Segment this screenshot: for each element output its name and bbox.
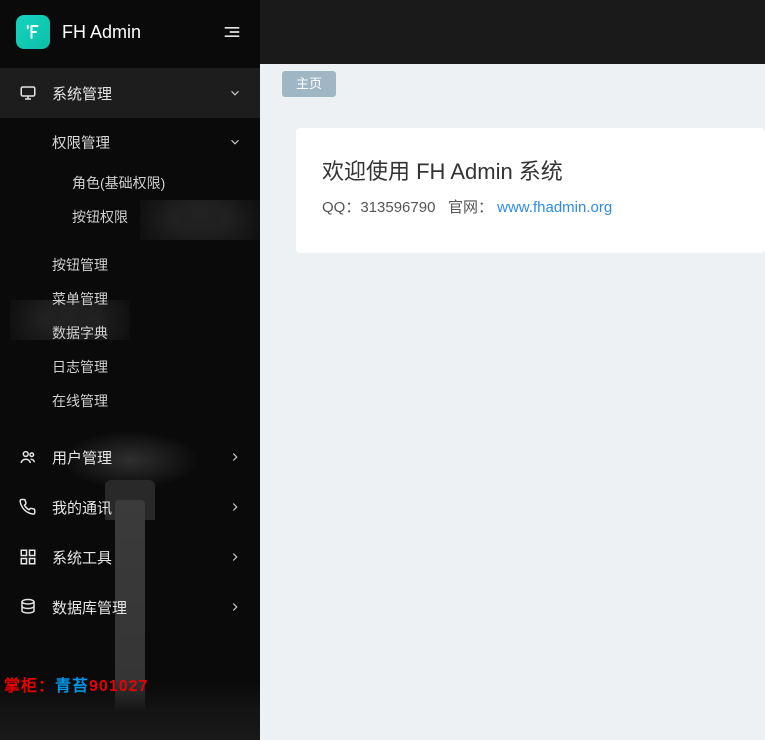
sidebar-item-db[interactable]: 数据库管理 [0, 582, 260, 632]
watermark: 掌柜：青苔901027 [4, 672, 148, 696]
sidebar: FH Admin 系统管理 [0, 0, 260, 740]
brand-logo[interactable] [16, 15, 50, 49]
sidebar-subsubitem-label: 角色(基础权限) [72, 173, 165, 193]
logo-glyph-icon [24, 23, 42, 41]
sidebar-subitem-label: 在线管理 [52, 391, 108, 411]
sidebar-subsubitem-button-permission[interactable]: 按钮权限 [0, 200, 260, 234]
nav: 系统管理 权限管理 角色(基础权限) 按钮权限 [0, 64, 260, 632]
sidebar-item-tools[interactable]: 系统工具 [0, 532, 260, 582]
sidebar-item-label: 系统管理 [52, 83, 228, 104]
sidebar-subitem-menu-mgmt[interactable]: 菜单管理 [0, 282, 260, 316]
brand-row: FH Admin [0, 0, 260, 64]
tab-label: 主页 [296, 76, 322, 91]
sidebar-item-label: 数据库管理 [52, 597, 228, 618]
sidebar-subsubitem-label: 按钮权限 [72, 207, 128, 227]
watermark-code: 901027 [89, 678, 148, 695]
welcome-title: 欢迎使用 FH Admin 系统 [322, 154, 739, 186]
watermark-name: 青苔 [55, 678, 89, 695]
welcome-card: 欢迎使用 FH Admin 系统 QQ：313596790 官网： www.fh… [296, 128, 765, 253]
tab-home[interactable]: 主页 [282, 71, 336, 97]
sidebar-subitem-button-mgmt[interactable]: 按钮管理 [0, 248, 260, 282]
sidebar-subitem-data-dict[interactable]: 数据字典 [0, 316, 260, 350]
sidebar-subitem-label: 菜单管理 [52, 289, 108, 309]
sidebar-subitem-log-mgmt[interactable]: 日志管理 [0, 350, 260, 384]
system-subgroup: 权限管理 角色(基础权限) 按钮权限 按钮管理 菜单管理 [0, 118, 260, 418]
sidebar-item-comm[interactable]: 我的通讯 [0, 482, 260, 532]
qq-label: QQ： [322, 199, 360, 216]
chevron-right-icon [228, 600, 242, 614]
chevron-right-icon [228, 450, 242, 464]
content-area: 欢迎使用 FH Admin 系统 QQ：313596790 官网： www.fh… [260, 104, 765, 740]
qq-value: 313596790 [360, 199, 435, 216]
tabbar-spacer [274, 72, 282, 96]
tabbar: 主页 [260, 64, 765, 104]
sidebar-subitem-label: 数据字典 [52, 323, 108, 343]
sidebar-item-user[interactable]: 用户管理 [0, 432, 260, 482]
sidebar-subitem-label: 按钮管理 [52, 255, 108, 275]
sidebar-subitem-label: 权限管理 [52, 132, 228, 153]
chevron-right-icon [228, 550, 242, 564]
topbar [260, 0, 765, 64]
chevron-down-icon [228, 86, 242, 100]
sidebar-subsubitem-role-permission[interactable]: 角色(基础权限) [0, 166, 260, 200]
database-icon [18, 597, 38, 617]
sidebar-subitem-permission[interactable]: 权限管理 [0, 118, 260, 166]
welcome-subline: QQ：313596790 官网： www.fhadmin.org [322, 196, 739, 217]
sidebar-subitem-online-mgmt[interactable]: 在线管理 [0, 384, 260, 418]
brand-title: FH Admin [62, 22, 141, 43]
collapse-sidebar-button[interactable] [220, 20, 244, 44]
sidebar-subitem-label: 日志管理 [52, 357, 108, 377]
watermark-prefix: 掌柜： [4, 678, 55, 695]
phone-icon [18, 497, 38, 517]
site-label: 官网： [448, 199, 493, 216]
chevron-down-icon [228, 135, 242, 149]
sidebar-item-label: 用户管理 [52, 447, 228, 468]
site-link[interactable]: www.fhadmin.org [497, 199, 612, 216]
sidebar-item-label: 我的通讯 [52, 497, 228, 518]
menu-collapse-icon [222, 22, 242, 42]
grid-icon [18, 547, 38, 567]
sidebar-item-system[interactable]: 系统管理 [0, 68, 260, 118]
sidebar-item-label: 系统工具 [52, 547, 228, 568]
monitor-icon [18, 83, 38, 103]
users-icon [18, 447, 38, 467]
chevron-right-icon [228, 500, 242, 514]
